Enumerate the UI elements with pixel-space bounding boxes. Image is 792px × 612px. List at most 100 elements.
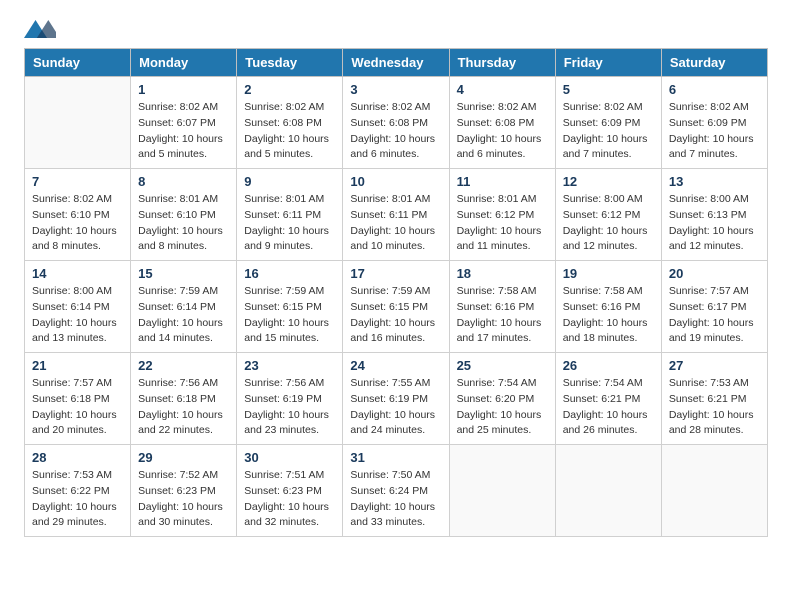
weekday-header-cell: Friday [555, 49, 661, 77]
calendar-day-cell: 27Sunrise: 7:53 AMSunset: 6:21 PMDayligh… [661, 353, 767, 445]
day-info: Sunrise: 7:53 AMSunset: 6:21 PMDaylight:… [669, 376, 760, 439]
day-number: 21 [32, 358, 123, 373]
day-info: Sunrise: 8:01 AMSunset: 6:10 PMDaylight:… [138, 192, 229, 255]
calendar-day-cell: 16 Sunrise: 7:59 AMSunset: 6:15 PMDayligh… [237, 261, 343, 353]
calendar-day-cell: 12 Sunrise: 8:00 AMSunset: 6:12 PMDayligh… [555, 169, 661, 261]
calendar-day-cell: 28Sunrise: 7:53 AMSunset: 6:22 PMDayligh… [25, 445, 131, 537]
day-number: 2 [244, 82, 335, 97]
calendar-day-cell: 20Sunrise: 7:57 AMSunset: 6:17 PMDayligh… [661, 261, 767, 353]
weekday-header-cell: Tuesday [237, 49, 343, 77]
calendar-day-cell: 3 Sunrise: 8:02 AMSunset: 6:08 PMDaylight… [343, 77, 449, 169]
calendar-day-cell: 22 Sunrise: 7:56 AMSunset: 6:18 PMDayligh… [131, 353, 237, 445]
weekday-header-cell: Sunday [25, 49, 131, 77]
calendar-day-cell: 21 Sunrise: 7:57 AMSunset: 6:18 PMDayligh… [25, 353, 131, 445]
weekday-header-cell: Wednesday [343, 49, 449, 77]
day-info: Sunrise: 8:02 AMSunset: 6:10 PMDaylight:… [32, 192, 123, 255]
day-info: Sunrise: 7:57 AMSunset: 6:18 PMDaylight:… [32, 376, 123, 439]
day-number: 9 [244, 174, 335, 189]
calendar-day-cell: 25 Sunrise: 7:54 AMSunset: 6:20 PMDayligh… [449, 353, 555, 445]
day-number: 14 [32, 266, 123, 281]
weekday-header-cell: Saturday [661, 49, 767, 77]
calendar-day-cell: 18Sunrise: 7:58 AMSunset: 6:16 PMDayligh… [449, 261, 555, 353]
day-info: Sunrise: 8:00 AMSunset: 6:14 PMDaylight:… [32, 284, 123, 347]
day-number: 12 [563, 174, 654, 189]
day-number: 16 [244, 266, 335, 281]
calendar-day-cell: 30 Sunrise: 7:51 AMSunset: 6:23 PMDayligh… [237, 445, 343, 537]
day-info: Sunrise: 8:01 AMSunset: 6:12 PMDaylight:… [457, 192, 548, 255]
calendar-day-cell: 13Sunrise: 8:00 AMSunset: 6:13 PMDayligh… [661, 169, 767, 261]
weekday-header-cell: Monday [131, 49, 237, 77]
weekday-header-row: SundayMondayTuesdayWednesdayThursdayFrid… [25, 49, 768, 77]
day-info: Sunrise: 7:51 AMSunset: 6:23 PMDaylight:… [244, 468, 335, 531]
calendar-day-cell: 29 Sunrise: 7:52 AMSunset: 6:23 PMDayligh… [131, 445, 237, 537]
day-info: Sunrise: 7:55 AMSunset: 6:19 PMDaylight:… [350, 376, 441, 439]
calendar-day-cell: 6 Sunrise: 8:02 AMSunset: 6:09 PMDaylight… [661, 77, 767, 169]
day-number: 31 [350, 450, 441, 465]
day-number: 30 [244, 450, 335, 465]
day-info: Sunrise: 7:50 AMSunset: 6:24 PMDaylight:… [350, 468, 441, 531]
calendar-day-cell: 2 Sunrise: 8:02 AMSunset: 6:08 PMDaylight… [237, 77, 343, 169]
day-number: 10 [350, 174, 441, 189]
day-number: 29 [138, 450, 229, 465]
calendar-day-cell: 8 Sunrise: 8:01 AMSunset: 6:10 PMDaylight… [131, 169, 237, 261]
day-number: 8 [138, 174, 229, 189]
day-number: 13 [669, 174, 760, 189]
calendar-day-cell: 17 Sunrise: 7:59 AMSunset: 6:15 PMDayligh… [343, 261, 449, 353]
day-info: Sunrise: 8:02 AMSunset: 6:08 PMDaylight:… [350, 100, 441, 163]
calendar-day-cell: 1 Sunrise: 8:02 AMSunset: 6:07 PMDaylight… [131, 77, 237, 169]
calendar-day-cell [661, 445, 767, 537]
calendar-day-cell: 24 Sunrise: 7:55 AMSunset: 6:19 PMDayligh… [343, 353, 449, 445]
day-number: 26 [563, 358, 654, 373]
day-info: Sunrise: 7:56 AMSunset: 6:18 PMDaylight:… [138, 376, 229, 439]
day-info: Sunrise: 8:02 AMSunset: 6:08 PMDaylight:… [457, 100, 548, 163]
day-number: 25 [457, 358, 548, 373]
day-number: 22 [138, 358, 229, 373]
calendar-day-cell [25, 77, 131, 169]
day-number: 17 [350, 266, 441, 281]
day-info: Sunrise: 7:59 AMSunset: 6:15 PMDaylight:… [350, 284, 441, 347]
day-info: Sunrise: 8:01 AMSunset: 6:11 PMDaylight:… [244, 192, 335, 255]
calendar-day-cell: 9 Sunrise: 8:01 AMSunset: 6:11 PMDaylight… [237, 169, 343, 261]
calendar-week-row: 21 Sunrise: 7:57 AMSunset: 6:18 PMDayligh… [25, 353, 768, 445]
day-number: 3 [350, 82, 441, 97]
day-number: 5 [563, 82, 654, 97]
day-info: Sunrise: 7:59 AMSunset: 6:15 PMDaylight:… [244, 284, 335, 347]
day-info: Sunrise: 7:52 AMSunset: 6:23 PMDaylight:… [138, 468, 229, 531]
calendar-table: SundayMondayTuesdayWednesdayThursdayFrid… [24, 48, 768, 537]
calendar-day-cell: 23Sunrise: 7:56 AMSunset: 6:19 PMDayligh… [237, 353, 343, 445]
logo [24, 20, 56, 40]
calendar-day-cell: 10Sunrise: 8:01 AMSunset: 6:11 PMDayligh… [343, 169, 449, 261]
calendar-day-cell: 14 Sunrise: 8:00 AMSunset: 6:14 PMDayligh… [25, 261, 131, 353]
day-info: Sunrise: 8:02 AMSunset: 6:07 PMDaylight:… [138, 100, 229, 163]
day-number: 11 [457, 174, 548, 189]
header [24, 20, 768, 40]
day-info: Sunrise: 7:56 AMSunset: 6:19 PMDaylight:… [244, 376, 335, 439]
day-info: Sunrise: 7:54 AMSunset: 6:21 PMDaylight:… [563, 376, 654, 439]
calendar-body: 1 Sunrise: 8:02 AMSunset: 6:07 PMDaylight… [25, 77, 768, 537]
day-info: Sunrise: 8:02 AMSunset: 6:09 PMDaylight:… [669, 100, 760, 163]
calendar-day-cell: 19 Sunrise: 7:58 AMSunset: 6:16 PMDayligh… [555, 261, 661, 353]
day-number: 1 [138, 82, 229, 97]
day-number: 15 [138, 266, 229, 281]
calendar-day-cell: 31 Sunrise: 7:50 AMSunset: 6:24 PMDayligh… [343, 445, 449, 537]
day-info: Sunrise: 8:00 AMSunset: 6:12 PMDaylight:… [563, 192, 654, 255]
calendar-day-cell: 26 Sunrise: 7:54 AMSunset: 6:21 PMDayligh… [555, 353, 661, 445]
day-number: 24 [350, 358, 441, 373]
day-info: Sunrise: 7:58 AMSunset: 6:16 PMDaylight:… [563, 284, 654, 347]
logo-icon [24, 20, 56, 38]
day-number: 4 [457, 82, 548, 97]
day-info: Sunrise: 7:57 AMSunset: 6:17 PMDaylight:… [669, 284, 760, 347]
calendar-day-cell [555, 445, 661, 537]
day-info: Sunrise: 7:54 AMSunset: 6:20 PMDaylight:… [457, 376, 548, 439]
day-number: 6 [669, 82, 760, 97]
day-info: Sunrise: 7:58 AMSunset: 6:16 PMDaylight:… [457, 284, 548, 347]
day-number: 28 [32, 450, 123, 465]
calendar-week-row: 7 Sunrise: 8:02 AMSunset: 6:10 PMDaylight… [25, 169, 768, 261]
calendar-week-row: 1 Sunrise: 8:02 AMSunset: 6:07 PMDaylight… [25, 77, 768, 169]
day-number: 19 [563, 266, 654, 281]
day-number: 7 [32, 174, 123, 189]
calendar-day-cell [449, 445, 555, 537]
calendar-week-row: 28Sunrise: 7:53 AMSunset: 6:22 PMDayligh… [25, 445, 768, 537]
day-info: Sunrise: 8:02 AMSunset: 6:08 PMDaylight:… [244, 100, 335, 163]
calendar-week-row: 14 Sunrise: 8:00 AMSunset: 6:14 PMDayligh… [25, 261, 768, 353]
